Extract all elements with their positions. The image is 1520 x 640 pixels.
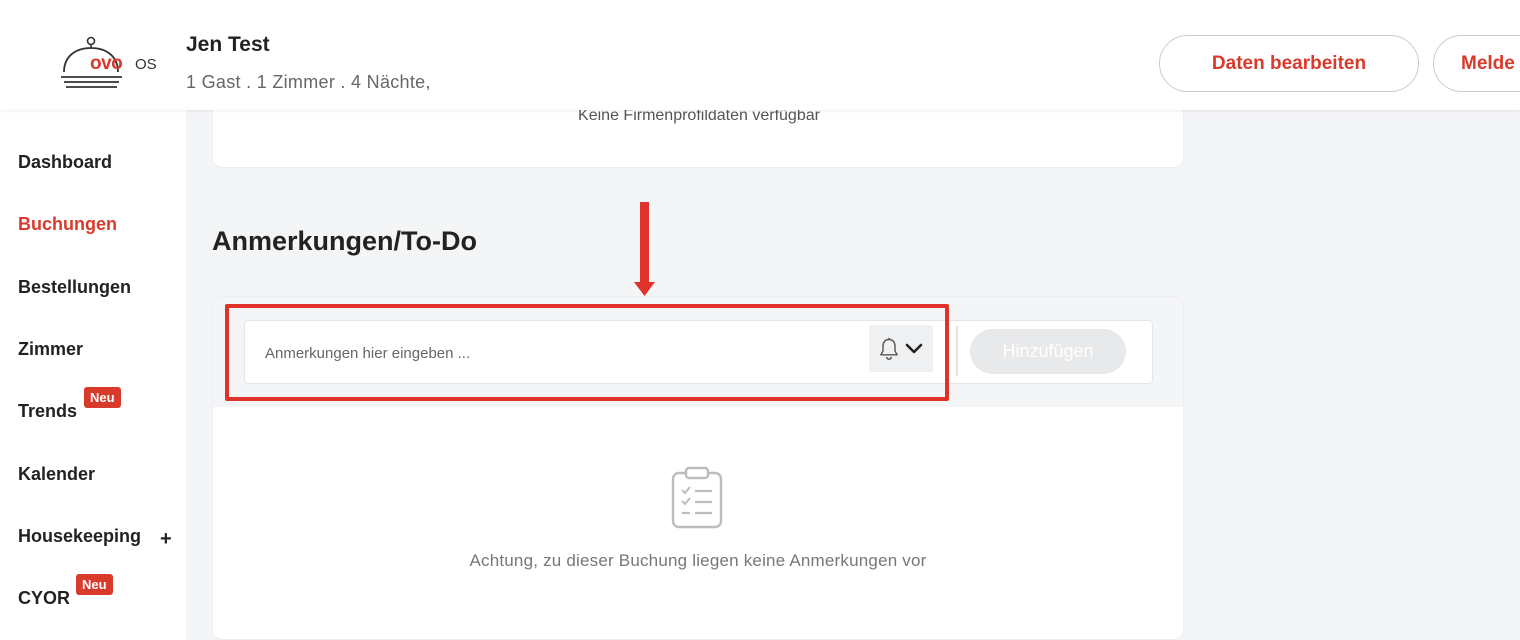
sidebar-item-trends[interactable]: Trends bbox=[18, 401, 77, 422]
notes-empty-state-text: Achtung, zu dieser Buchung liegen keine … bbox=[469, 551, 927, 570]
reminder-dropdown[interactable] bbox=[869, 325, 933, 372]
guest-name: Jen Test bbox=[186, 33, 270, 56]
clipboard-list-icon bbox=[671, 466, 723, 529]
arrow-down-icon bbox=[634, 202, 655, 296]
logo-suffix: OS bbox=[135, 56, 157, 73]
bell-icon bbox=[880, 337, 898, 360]
report-button[interactable]: Melde bbox=[1433, 35, 1520, 92]
sidebar-item-dashboard[interactable]: Dashboard bbox=[18, 152, 112, 173]
sidebar bbox=[0, 110, 186, 640]
new-badge: Neu bbox=[84, 387, 121, 408]
edit-details-button[interactable]: Daten bearbeiten bbox=[1159, 35, 1419, 92]
add-note-button[interactable]: Hinzufügen bbox=[970, 329, 1126, 374]
app-logo[interactable]: ovo OS bbox=[60, 36, 160, 92]
top-header: ovo OS Jen Test 1 Gast . 1 Zimmer . 4 Nä… bbox=[0, 0, 1520, 110]
page: ovo OS Jen Test 1 Gast . 1 Zimmer . 4 Nä… bbox=[0, 0, 1520, 640]
input-divider bbox=[956, 326, 958, 376]
chevron-down-icon bbox=[905, 343, 923, 353]
sidebar-item-housekeeping[interactable]: Housekeeping bbox=[18, 526, 141, 547]
sidebar-item-zimmer[interactable]: Zimmer bbox=[18, 339, 83, 360]
note-input[interactable] bbox=[265, 338, 855, 368]
sidebar-item-buchungen[interactable]: Buchungen bbox=[18, 214, 117, 235]
new-badge: Neu bbox=[76, 574, 113, 595]
logo-wordmark: ovo bbox=[90, 53, 123, 74]
booking-summary: 1 Gast . 1 Zimmer . 4 Nächte, bbox=[186, 72, 431, 92]
sidebar-item-cyor[interactable]: CYOR bbox=[18, 588, 70, 609]
expand-plus-icon[interactable]: + bbox=[160, 528, 172, 551]
sidebar-item-bestellungen[interactable]: Bestellungen bbox=[18, 277, 131, 298]
notes-section-title: Anmerkungen/To-Do bbox=[212, 226, 477, 256]
sidebar-item-kalender[interactable]: Kalender bbox=[18, 464, 95, 485]
